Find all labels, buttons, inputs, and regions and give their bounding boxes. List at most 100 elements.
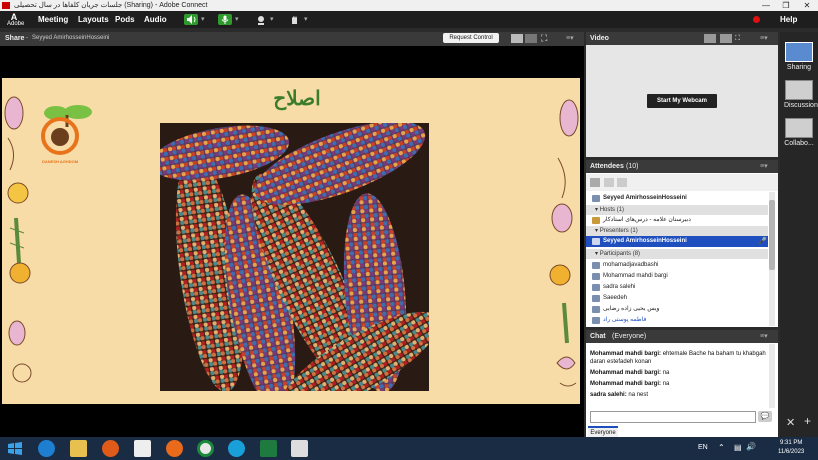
webcam-icon[interactable] [254,14,268,25]
layout-discussion[interactable]: Discussion [784,80,818,109]
adobe-connect-taskbar-icon[interactable] [291,440,308,457]
share-pod-title: Share [5,35,25,42]
clapperboard-icon[interactable] [134,440,151,457]
clock-time[interactable]: 9:31 PM [780,440,802,446]
volume-icon[interactable]: 🔊 [746,442,756,451]
chat-scope: (Everyone) [612,333,647,340]
user-icon [592,262,600,269]
attendees-pod-header: Attendees (10) ≡▾ [586,160,778,173]
list-view-icon[interactable] [590,178,600,187]
chat-input[interactable] [590,411,756,423]
adobe-logo: A Adobe [7,12,25,28]
layout-sharing[interactable]: Sharing [784,42,814,71]
request-control-button[interactable]: Request Control [443,33,499,43]
send-message-icon[interactable]: 💬 [758,411,772,422]
user-icon [592,273,600,280]
chrome-icon[interactable] [197,440,214,457]
network-icon[interactable]: ▤ [734,443,742,452]
menu-audio[interactable]: Audio [144,11,167,28]
menu-help[interactable]: Help [780,11,797,28]
minimize-button[interactable]: — [756,0,776,11]
slide-title: اصلاح [273,86,321,110]
attendees-scrollbar[interactable] [769,192,775,326]
layout-collaboration[interactable]: Collabo... [784,118,814,147]
chat-sender: Mohammad mahdi bargi: [590,351,662,357]
video-pod-menu-icon[interactable]: ≡▾ [760,32,768,45]
school-logo-icon [41,105,92,155]
media-player-icon[interactable] [102,440,119,457]
chat-pod-header: Chat (Everyone) ≡▾ [586,330,778,343]
menu-bar: A Adobe Meeting Layouts Pods Audio ▾ ▾ ▾… [0,11,818,28]
webcam-dropdown-icon[interactable]: ▾ [270,15,274,23]
language-indicator[interactable]: EN [698,444,708,451]
participant-row[interactable]: فاطمه پوستی راد [586,315,768,326]
add-layout-icon[interactable]: + [804,414,811,428]
grid-view-icon[interactable] [704,34,716,43]
firefox-icon[interactable] [166,440,183,457]
edge-icon[interactable] [228,440,245,457]
participants-section[interactable]: ▾ Participants (8) [586,249,768,259]
excel-icon[interactable] [260,440,277,457]
video-fullscreen-icon[interactable]: ⛶ [735,32,740,45]
clock-date[interactable]: 11/6/2023 [778,449,804,455]
speaker-dropdown-icon[interactable]: ▾ [201,15,205,23]
chat-pod-menu-icon[interactable]: ≡▾ [760,330,768,343]
layout-collaboration-label: Collabo... [784,140,814,147]
share-pod-menu-icon[interactable]: ≡▾ [566,32,574,45]
raise-hand-icon[interactable] [288,14,302,25]
video-pod: Video ⛶ ≡▾ Start My Webcam [586,32,778,157]
breakout-view-icon[interactable] [604,178,614,187]
participant-name: ویس یحیی زاده رضایی [603,306,660,312]
share-pod-header: Share - Seyyed AmirhosseinHosseini Reque… [0,32,584,46]
user-icon [592,295,600,302]
layout-discussion-label: Discussion [784,102,818,109]
speaker-icon[interactable] [184,14,198,25]
menu-pods[interactable]: Pods [115,11,135,28]
fullscreen-icon[interactable]: ⛶ [541,32,547,45]
glass-gem-corn-photo [160,123,429,391]
filmstrip-view-icon[interactable] [720,34,732,43]
tray-arrow-icon[interactable]: ⌃ [718,443,725,452]
attendees-pod-menu-icon[interactable]: ≡▾ [760,160,768,173]
start-webcam-button[interactable]: Start My Webcam [647,94,717,108]
participant-row[interactable]: Saeedeh [586,293,768,304]
internet-explorer-icon[interactable] [38,440,55,457]
participant-row[interactable]: ویس یحیی زاده رضایی [586,304,768,315]
presenters-label: Presenters (1) [599,228,638,234]
attendees-count: (10) [626,163,639,170]
chat-pod-title: Chat [590,333,606,340]
attendees-scrollbar-thumb[interactable] [769,200,775,270]
chat-message: Mohammad mahdi bargi: na [590,369,768,377]
participant-name: Saeedeh [603,295,628,301]
user-icon [592,317,600,324]
status-view-icon[interactable] [617,178,627,187]
file-explorer-icon[interactable] [70,440,87,457]
microphone-dropdown-icon[interactable]: ▾ [235,15,239,23]
menu-layouts[interactable]: Layouts [78,11,109,28]
filmstrip-icon[interactable] [525,34,537,43]
participant-row[interactable]: sadra salehi [586,282,768,293]
participants-label: Participants (8) [599,251,641,257]
menu-meeting[interactable]: Meeting [38,11,68,28]
maximize-button[interactable]: ❐ [776,0,796,11]
user-icon [592,284,600,291]
close-button[interactable]: ✕ [797,0,817,11]
presenter-row[interactable]: Seyyed AmirhosseinHosseini 🎤 [586,236,768,247]
chat-scrollbar[interactable] [769,344,775,408]
fit-width-icon[interactable] [511,34,523,43]
participant-row[interactable]: mohamadjavadbashi [586,260,768,271]
hosts-section[interactable]: ▾ Hosts (1) [586,205,768,215]
recording-indicator-icon[interactable] [753,16,760,23]
status-dropdown-icon[interactable]: ▾ [304,15,308,23]
tools-icon[interactable]: ✕ [786,416,795,429]
participant-name: sadra salehi [603,284,636,290]
microphone-icon[interactable] [218,14,232,25]
chat-text: na nest [628,392,649,398]
presenters-section[interactable]: ▾ Presenters (1) [586,226,768,236]
microphone-status-icon: 🎤 [758,238,767,245]
host-row[interactable]: دبیرستان علامه - درس‌های استادکار [586,215,768,226]
logo-caption: DANESH AGHDOM [42,159,79,164]
windows-start-icon[interactable] [6,440,23,457]
participant-row[interactable]: Mohammad mahdi bargi [586,271,768,282]
video-pod-title: Video [590,35,609,42]
